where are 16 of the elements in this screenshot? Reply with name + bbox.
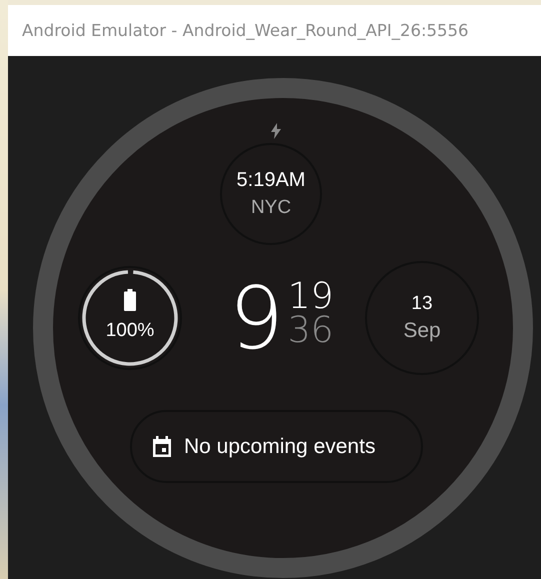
battery-icon [124,288,136,310]
window-title: Android Emulator - Android_Wear_Round_API_26:5556 [22,21,469,40]
clock-time: 5:19AM [236,169,306,192]
calendar-icon [152,436,172,458]
day-number: 13 [411,293,433,315]
city-label: NYC [250,197,292,219]
hour-digits: 9 [229,276,282,362]
minute-digits: 19 [288,280,334,314]
month-label: Sep [403,319,441,343]
events-label: No upcoming events [184,434,376,458]
date-complication[interactable]: 13 Sep [365,261,479,375]
battery-percentage: 100% [106,320,154,342]
events-complication[interactable]: No upcoming events [130,410,423,483]
second-digits: 36 [288,314,334,348]
world-clock-complication[interactable]: 5:19AM NYC [220,143,322,245]
battery-complication[interactable]: 100% [78,266,182,370]
